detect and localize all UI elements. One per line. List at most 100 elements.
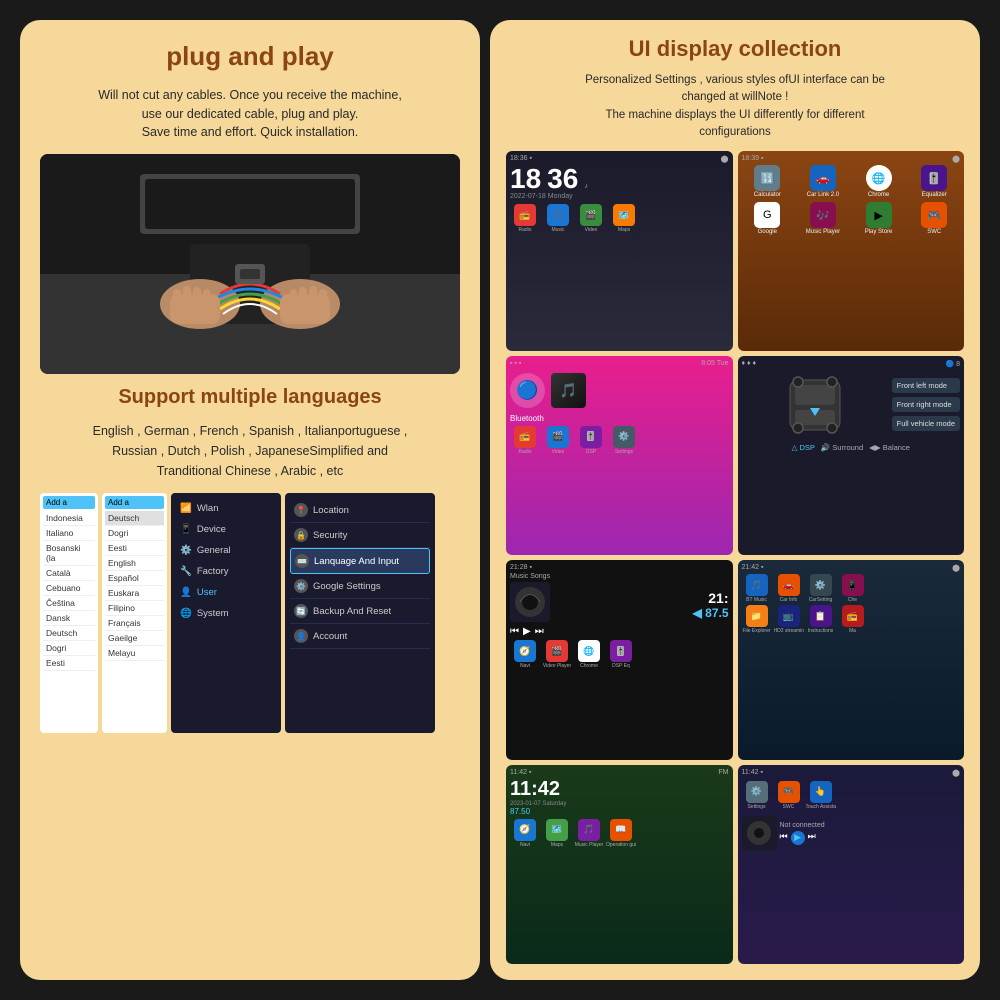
car-installation-image <box>40 154 460 374</box>
maps-label: Maps <box>618 227 630 233</box>
lang-item: Dansk <box>43 611 95 626</box>
fileexplorer-label: File Explorer <box>742 628 770 634</box>
radio-label: Radio <box>518 227 531 233</box>
sc7-apps: 🧭 Navi 🗺️ Maps 🎵 Music Player 📖 Operatio… <box>510 819 729 848</box>
screenshot-6: 21:42 ▪ ⬤ 🎵 BT Music 🚗 Car Info ⚙️ CarSe… <box>738 560 965 760</box>
lang-item: Dogri <box>105 526 164 541</box>
lang-item: Melayu <box>105 646 164 661</box>
sc6-timestamp: 21:42 ▪ <box>742 564 764 572</box>
radio-label: Radio <box>518 449 531 455</box>
sc4-time-bar: ♦ ♦ ♦ 🔵 8 <box>742 360 961 368</box>
nav-item-user[interactable]: 👤 User <box>176 582 276 603</box>
detail-backup[interactable]: 🔄 Backup And Reset <box>290 599 430 624</box>
sc2-time-bar: 18:39 ▪ ⬤ <box>742 155 961 163</box>
sc7-time-bar: 11:42 ▪ FM <box>510 769 729 776</box>
nav-item-wlan[interactable]: 📶 Wlan <box>176 498 276 519</box>
sc3-app-settings: ⚙️ Settings <box>609 426 639 455</box>
detail-google[interactable]: ⚙️ Google Settings <box>290 574 430 599</box>
hd2-label: HD2 streaming <box>774 628 804 634</box>
carinfo-label: Car Info <box>780 597 798 603</box>
calculator-icon: 🔢 <box>754 165 780 191</box>
sc5-music-label: Music Songs <box>510 573 550 580</box>
sc4-front-right: Front right mode <box>892 397 960 412</box>
album-art: 🎵 <box>551 373 586 408</box>
wifi-icon: 📶 <box>180 503 192 514</box>
sc8-album-art <box>742 816 777 851</box>
sc8-music-player: Not connected ⏮ ▶ ⏭ <box>742 816 961 851</box>
screenshot-8: 11:42 ▪ ⬤ ⚙️ Settings 🎮 SWC 👆 Touch Assi… <box>738 765 965 965</box>
settings-mockup: Add a Indonesia Italiano Bosanski (la Ca… <box>40 493 460 733</box>
sc6-signal: ⬤ <box>952 564 960 572</box>
music-icon: 🎵 <box>547 204 569 226</box>
backup-icon: 🔄 <box>294 604 308 618</box>
nav-item-system[interactable]: 🌐 System <box>176 603 276 624</box>
lang-item: Euskara <box>105 586 164 601</box>
sc3-signal: 8:05 Tue <box>701 360 728 367</box>
detail-label: Backup And Reset <box>313 606 391 617</box>
sc4-bt: 🔵 8 <box>945 360 960 368</box>
sc6-btmusic: 🎵 BT Music <box>742 574 772 603</box>
sc8-time-bar: 11:42 ▪ ⬤ <box>742 769 961 777</box>
sc2-calculator: 🔢 Calculator <box>742 165 794 198</box>
sc2-signal: ⬤ <box>952 155 960 163</box>
app4-label: Che <box>848 597 857 603</box>
sc8-prev[interactable]: ⏮ <box>780 831 788 845</box>
lang-list-2: Add a Deutsch Dogri Eesti English Españo… <box>102 493 167 733</box>
nav-item-device[interactable]: 📱 Device <box>176 519 276 540</box>
detail-account[interactable]: 👤 Account <box>290 624 430 649</box>
video-label: Video <box>585 227 598 233</box>
playstore-label: Play Store <box>865 229 893 235</box>
touchassistant-label: Touch Assistant <box>806 804 836 810</box>
sc4-mode-list: Front left mode Front right mode Full ve… <box>892 370 960 440</box>
sc3-apps: 📻 Radio 🎬 Video 🎚️ DSP ⚙️ Settings <box>510 426 729 455</box>
sc4-balance-label: ◀▶ Balance <box>869 443 910 452</box>
sc4-surround-label: 🔊 Surround <box>821 443 863 452</box>
sc7-time: 11:42 <box>510 778 729 801</box>
navi-icon: 🧭 <box>514 819 536 841</box>
sc5-prev[interactable]: ⏮ <box>510 626 519 637</box>
nav-item-general[interactable]: ⚙️ General <box>176 540 276 561</box>
sc4-front-left: Front left mode <box>892 378 960 393</box>
lang-item: Bosanski (la <box>43 541 95 566</box>
detail-language-input[interactable]: ⌨️ Lanquage And Input <box>290 548 430 574</box>
sc8-signal: ⬤ <box>952 769 960 777</box>
sc5-apps: 🧭 Navi 🎬 Video Player 🌐 Chrome 🎚️ DSP Eq <box>510 640 729 669</box>
sc8-timestamp: 11:42 ▪ <box>742 769 763 777</box>
sc6-apps-row1: 🎵 BT Music 🚗 Car Info ⚙️ CarSetting 📱 Ch… <box>742 574 961 603</box>
sc8-play[interactable]: ▶ <box>791 831 805 845</box>
sc5-play[interactable]: ▶ <box>523 626 531 637</box>
google-label: Google <box>758 229 777 235</box>
sc5-controls: ⏮ ▶ ⏭ <box>510 626 550 637</box>
sc2-swc: 🎮 SWC <box>908 202 960 235</box>
musicplayer-label: Music Player <box>806 229 840 235</box>
language-icon: ⌨️ <box>295 554 309 568</box>
sc2-playstore: ▶ Play Store <box>853 202 905 235</box>
detail-security[interactable]: 🔒 Security <box>290 523 430 548</box>
sc7-maps: 🗺️ Maps <box>542 819 572 848</box>
nav-item-factory[interactable]: 🔧 Factory <box>176 561 276 582</box>
sc8-next[interactable]: ⏭ <box>808 831 816 845</box>
detail-location[interactable]: 📍 Location <box>290 498 430 523</box>
left-panel: plug and play Will not cut any cables. O… <box>20 20 480 980</box>
opguide-icon: 📖 <box>610 819 632 841</box>
opguide-label: Operation guide <box>606 842 636 848</box>
sc8-track-info: Not connected ⏮ ▶ ⏭ <box>780 822 961 845</box>
btmusic-label: BT Music <box>746 597 767 603</box>
screenshot-3: ▪ ▪ ▪ 8:05 Tue 🔵 🎵 Bluetooth 📻 Radio <box>506 356 733 556</box>
sc3-bt-label: Bluetooth <box>510 414 729 423</box>
sc7-freq: 87.50 <box>510 807 729 816</box>
lang-item: Eesti <box>43 656 95 671</box>
sc5-next[interactable]: ⏭ <box>535 626 544 637</box>
sc8-settings: ⚙️ Settings <box>742 781 772 810</box>
device-icon: 📱 <box>180 524 192 535</box>
lang-item: Gaeilge <box>105 631 164 646</box>
navi-label: Navi <box>520 663 530 669</box>
sc4-signal: ♦ ♦ ♦ <box>742 360 757 368</box>
account-icon: 👤 <box>294 629 308 643</box>
ui-desc: Personalized Settings , various styles o… <box>506 72 964 141</box>
carlink-icon: 🚗 <box>810 165 836 191</box>
dsp-label: DSP <box>586 449 596 455</box>
sc8-not-connected: Not connected <box>780 822 961 829</box>
screenshot-2: 18:39 ▪ ⬤ 🔢 Calculator 🚗 Car Link 2.0 🌐 … <box>738 151 965 351</box>
dsp-icon: 🎚️ <box>580 426 602 448</box>
